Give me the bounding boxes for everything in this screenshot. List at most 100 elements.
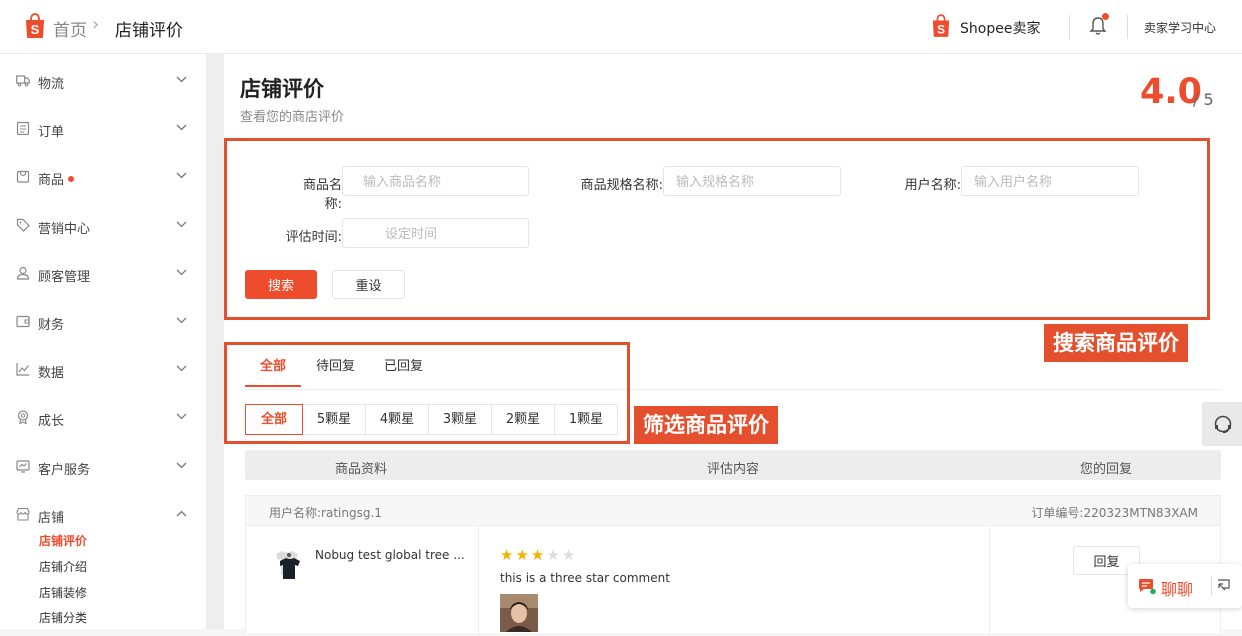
review-order-number[interactable]: 订单编号:220323MTN83XAM <box>1031 504 1198 521</box>
svg-text:S: S <box>31 22 40 37</box>
top-bar: S 首页 › 店铺评价 S Shopee卖家 卖家学习中心 <box>0 0 1242 54</box>
svg-text:S: S <box>937 22 945 36</box>
username-label: 用户名称: <box>904 178 961 193</box>
divider <box>1127 15 1128 39</box>
sidebar-item-label: 顾客管理 <box>38 270 91 285</box>
rating-stars: ★★★★★ <box>500 546 577 564</box>
column-header-reply: 您的回复 <box>1080 462 1133 477</box>
star-filter-all[interactable]: 全部 <box>245 404 303 435</box>
product-name[interactable]: Nobug test global tree ... <box>315 548 465 562</box>
sidebar-item-logistics[interactable]: 物流 <box>0 56 206 104</box>
notification-dot <box>1102 13 1109 20</box>
sidebar-subitem-shop-decoration[interactable]: 店铺装修 <box>39 584 87 601</box>
column-divider <box>989 526 990 636</box>
sidebar-subitem-shop-category[interactable]: 店铺分类 <box>39 609 87 626</box>
chevron-down-icon <box>176 76 187 83</box>
chevron-up-icon <box>176 510 187 517</box>
star-filled-icon: ★ <box>515 546 531 564</box>
sidebar-item-customers[interactable]: 顾客管理 <box>0 249 206 297</box>
shop-rating-max: / 5 <box>1193 90 1214 109</box>
sidebar-item-label: 财务 <box>38 318 65 333</box>
star-filled-icon: ★ <box>530 546 547 564</box>
main-content: 店铺评价 查看您的商店评价 4.0 / 5 商品名称: 商品规格名称: 用户名称… <box>224 54 1242 636</box>
page-subtitle: 查看您的商店评价 <box>240 110 345 125</box>
wallet-icon <box>16 315 30 328</box>
truck-icon <box>16 75 30 87</box>
sidebar-item-store[interactable]: 店铺 <box>0 490 206 538</box>
sidebar-item-growth[interactable]: 成长 <box>0 393 206 441</box>
sidebar-item-marketing[interactable]: 营销中心 <box>0 201 206 249</box>
sidebar-item-label: 营销中心 <box>38 222 91 237</box>
table-header: 商品资料 评估内容 您的回复 <box>245 450 1221 480</box>
support-icon <box>16 460 30 473</box>
page-title: 店铺评价 <box>240 77 324 101</box>
sidebar-scrollbar[interactable] <box>206 54 224 629</box>
review-card-header: 用户名称:ratingsg.1 订单编号:220323MTN83XAM <box>246 496 1220 526</box>
sidebar-item-finance[interactable]: 财务 <box>0 297 206 345</box>
star-filled-icon: ★ <box>500 546 516 564</box>
sidebar-item-orders[interactable]: 订单 <box>0 104 206 152</box>
chevron-down-icon <box>176 462 187 469</box>
sidebar-item-label: 店铺 <box>38 511 65 526</box>
chevron-down-icon <box>176 172 187 179</box>
sidebar-item-label: 成长 <box>38 414 65 429</box>
expand-icon[interactable] <box>1217 579 1230 592</box>
chevron-down-icon <box>176 413 187 420</box>
sidebar: 物流 订单 商品 营销中心 顾客管理 财务 数据 成长 客户服务 店铺 店铺评价… <box>0 54 206 629</box>
bag-icon <box>16 170 30 183</box>
rating-time-picker[interactable] <box>342 218 529 248</box>
chevron-down-icon <box>176 365 187 372</box>
badge-icon <box>17 410 29 424</box>
breadcrumb-current: 店铺评价 <box>115 21 183 41</box>
star-empty-icon: ★ <box>546 546 562 564</box>
chevron-down-icon <box>176 317 187 324</box>
product-name-input[interactable] <box>342 166 529 196</box>
sidebar-subitem-shop-profile[interactable]: 店铺介绍 <box>39 558 87 575</box>
user-icon <box>16 266 30 280</box>
sidebar-item-data[interactable]: 数据 <box>0 345 206 393</box>
shopee-logo-icon[interactable]: S <box>24 13 46 39</box>
review-photo[interactable] <box>500 594 538 632</box>
sidebar-item-label: 商品 <box>38 169 75 188</box>
column-header-rating: 评估内容 <box>707 462 760 477</box>
chat-label: 聊聊 <box>1161 580 1194 599</box>
chat-bubble-icon <box>1139 579 1156 595</box>
sidebar-item-label: 客户服务 <box>38 463 91 478</box>
tag-icon <box>16 218 30 232</box>
variation-name-input[interactable] <box>663 166 841 196</box>
headset-icon <box>1214 415 1232 434</box>
review-username: 用户名称:ratingsg.1 <box>269 506 382 520</box>
sidebar-item-customer-service[interactable]: 客户服务 <box>0 442 206 490</box>
customer-support-float[interactable] <box>1202 402 1242 446</box>
sidebar-item-label: 物流 <box>38 77 65 92</box>
breadcrumb-home[interactable]: 首页 <box>53 16 87 41</box>
chat-widget[interactable]: 聊聊 <box>1128 564 1242 608</box>
reset-button[interactable]: 重设 <box>332 270 405 299</box>
search-button[interactable]: 搜索 <box>245 270 317 299</box>
learning-center-link[interactable]: 卖家学习中心 <box>1144 19 1216 36</box>
shopee-seller-logo-icon: S <box>932 14 950 37</box>
rating-time-label: 评估时间: <box>285 230 342 245</box>
brand-name: Shopee卖家 <box>960 21 1041 37</box>
review-comment: this is a three star comment <box>500 571 670 585</box>
breadcrumb-chevron-icon: › <box>92 14 100 35</box>
sidebar-item-label: 订单 <box>38 125 65 140</box>
sidebar-item-products[interactable]: 商品 <box>0 152 206 200</box>
column-header-product: 商品资料 <box>335 462 388 477</box>
product-name-label: 商品名称: <box>302 178 342 212</box>
store-icon <box>16 507 30 521</box>
product-thumbnail[interactable] <box>268 545 306 583</box>
chevron-down-icon <box>176 269 187 276</box>
chart-icon <box>16 363 29 376</box>
sidebar-item-label: 数据 <box>38 366 65 381</box>
divider <box>1211 576 1212 596</box>
star-empty-icon: ★ <box>561 546 578 564</box>
new-indicator-dot <box>68 175 75 182</box>
divider <box>1069 15 1070 39</box>
username-input[interactable] <box>961 166 1139 196</box>
chevron-down-icon <box>176 124 187 131</box>
search-annotation-tag: 搜索商品评价 <box>1044 324 1188 362</box>
chevron-down-icon <box>176 221 187 228</box>
review-card: 用户名称:ratingsg.1 订单编号:220323MTN83XAM Nobu… <box>245 495 1221 636</box>
sidebar-subitem-shop-rating[interactable]: 店铺评价 <box>39 532 87 549</box>
